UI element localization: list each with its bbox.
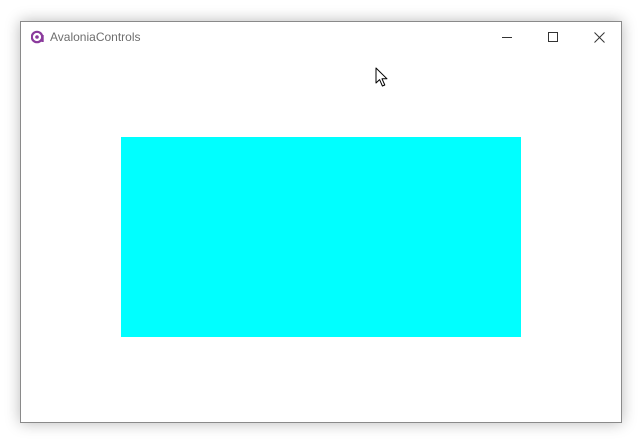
close-icon xyxy=(593,31,605,43)
minimize-icon xyxy=(502,37,512,38)
title-bar[interactable]: AvaloniaControls xyxy=(21,22,621,52)
minimize-button[interactable] xyxy=(484,22,530,52)
maximize-icon xyxy=(548,32,558,42)
avalonia-logo-icon xyxy=(31,30,44,44)
maximize-button[interactable] xyxy=(530,22,576,52)
window-content xyxy=(21,52,621,422)
desktop: AvaloniaControls xyxy=(0,0,638,447)
app-window: AvaloniaControls xyxy=(20,21,622,423)
window-title: AvaloniaControls xyxy=(50,30,141,44)
close-button[interactable] xyxy=(576,22,622,52)
cyan-rectangle xyxy=(121,137,521,337)
